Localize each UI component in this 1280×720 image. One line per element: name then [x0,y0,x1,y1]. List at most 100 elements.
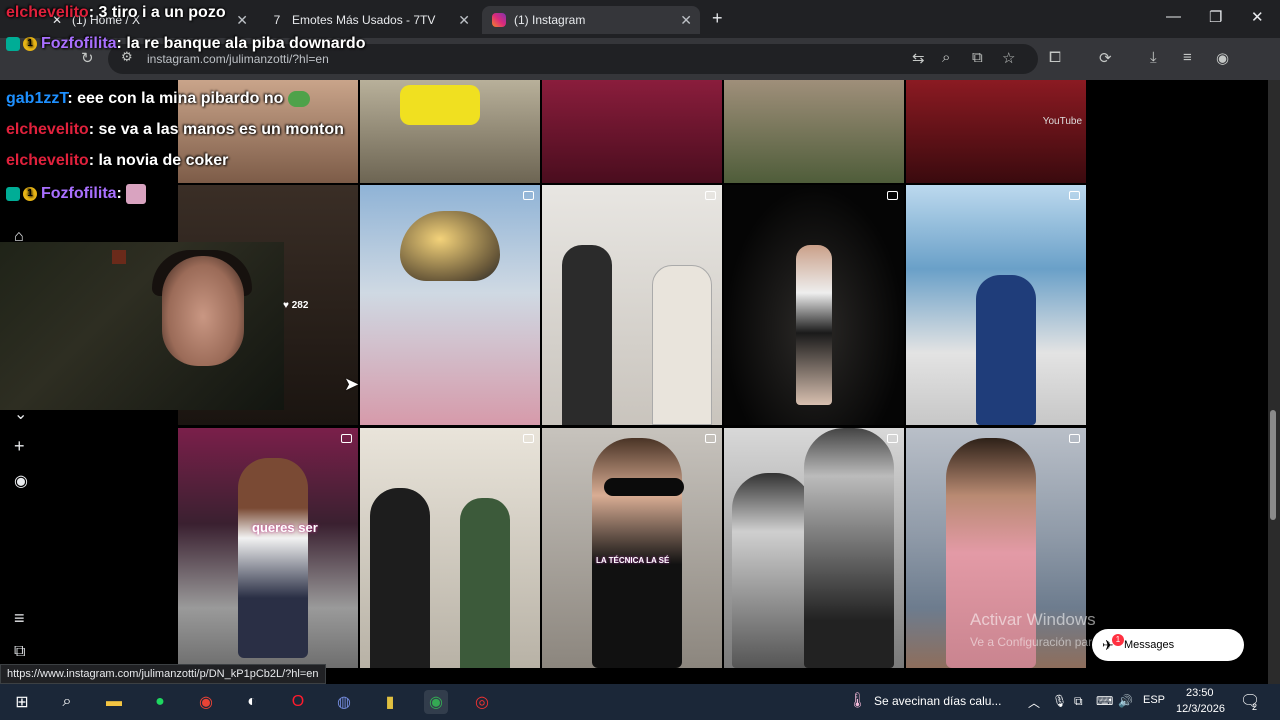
post-thumbnail[interactable] [360,185,540,425]
clock-time[interactable]: 23:50 [1186,687,1214,699]
carousel-icon [523,191,534,200]
person-shape [238,458,308,658]
tab-label: Emotes Más Usados - 7TV [292,13,436,27]
chrome-active-icon[interactable]: ◉ [424,690,448,714]
close-tab-icon[interactable]: ✕ [236,12,248,29]
opera-icon[interactable]: O [286,690,310,714]
download-icon[interactable]: ⤓ [1150,49,1157,66]
reel-icon [1069,434,1080,443]
install-app-icon[interactable]: ⧉ [972,49,983,66]
like-count: ♥ 282 [283,300,309,311]
new-tab-button[interactable]: + [712,8,723,29]
person-shape [370,488,430,668]
more-menu-icon[interactable]: ≡ [14,608,25,629]
messages-button[interactable]: ✈ 1 Messages [1092,629,1244,661]
mouse-cursor-icon: ➤ [344,374,360,394]
weather-icon[interactable]: 🌡 [848,691,867,709]
tray-app-icon[interactable]: ⧉ [1074,694,1083,709]
messages-unread-badge: 1 [1112,634,1124,646]
windows-taskbar [0,684,1280,720]
person-shape [460,498,510,668]
chat-message: gab1zzT: eee con la mina pibardo no [6,90,310,108]
create-icon[interactable]: + [14,436,25,457]
close-tab-icon[interactable]: ✕ [680,12,692,29]
chat-message: 1 Fozfofilita: la re banque ala piba down… [6,35,365,53]
bookmark-star-icon[interactable]: ☆ [1002,49,1015,67]
discord-icon[interactable]: ◍ [332,690,356,714]
steam-icon[interactable]: ◐ [240,690,264,714]
language-indicator[interactable]: ESP [1143,694,1165,706]
messenger-icon: ✈ [1102,637,1114,653]
post-thumbnail[interactable]: LA TÉCNICA LA SÉ [542,428,722,668]
url-text[interactable]: instagram.com/julimanzotti/?hl=en [147,52,329,66]
post-thumbnail[interactable]: YouTube [906,80,1086,183]
microphone-icon[interactable]: 🎙 [1052,694,1067,708]
carousel-icon [887,191,898,200]
post-thumbnail[interactable] [906,428,1086,668]
person-shape [652,265,712,425]
tab-7tv[interactable]: 7 Emotes Más Usados - 7TV ✕ [260,6,478,34]
profile-icon[interactable]: ◉ [14,471,28,491]
volume-icon[interactable]: 🔊 [1118,694,1133,708]
reel-icon [523,434,534,443]
carousel-icon [705,191,716,200]
obs-icon[interactable]: ◎ [470,690,494,714]
link-status-bar: https://www.instagram.com/julimanzotti/p… [0,664,326,684]
post-thumbnail[interactable] [360,428,540,668]
person-shape [804,428,894,668]
post-thumbnail[interactable] [724,428,904,668]
reel-icon [887,434,898,443]
zoom-icon[interactable]: ⌕ [942,49,950,66]
post-thumbnail[interactable] [724,80,904,183]
youtube-text: YouTube [1042,116,1082,127]
page-scrollbar[interactable] [1268,80,1280,684]
carousel-icon [1069,191,1080,200]
app-icon[interactable]: ▮ [378,690,402,714]
tab-label: (1) Instagram [514,13,586,27]
search-icon[interactable]: ⌕ [55,690,79,714]
notification-center-icon[interactable]: 🗨 [1240,691,1260,711]
media-control-icon[interactable]: ≡ [1183,49,1192,66]
surfboard-shape [400,85,480,125]
clock-date[interactable]: 12/3/2026 [1176,703,1225,715]
profile-avatar-icon[interactable]: ◉ [1216,49,1229,67]
chat-message: elchevelito: la novia de coker [6,152,229,169]
person-shape [592,438,682,668]
network-icon[interactable]: ⌨ [1096,694,1113,708]
post-thumbnail[interactable] [542,185,722,425]
person-shape [562,245,612,425]
chat-message: elchevelito: 3 tiro i a un pozo [6,4,226,21]
moderator-badge-icon [6,36,20,51]
post-thumbnail[interactable] [724,185,904,425]
weather-text[interactable]: Se avecinan días calu... [874,694,1001,708]
person-shape [976,275,1036,425]
person-shape [796,245,832,405]
post-thumbnail[interactable] [906,185,1086,425]
minimize-icon[interactable]: — [1166,8,1181,25]
extensions-icon[interactable]: ⧠ [1049,49,1061,66]
moderator-badge-icon [6,187,20,201]
show-hidden-icons[interactable]: ︿ [1028,694,1040,711]
close-tab-icon[interactable]: ✕ [458,12,470,29]
messages-label: Messages [1124,639,1175,651]
scrollbar-thumb[interactable] [1270,410,1276,520]
sync-icon[interactable]: ⟳ [1099,49,1112,67]
also-from-meta-icon[interactable]: ⧉ [14,643,25,661]
post-thumbnail[interactable]: queres ser [178,428,358,668]
instagram-logo-icon [492,13,506,27]
heart-icon: ♥ [283,300,289,311]
spotify-icon[interactable]: ● [148,690,172,714]
reel-icon [341,434,352,443]
post-thumbnail[interactable] [542,80,722,183]
sunglasses-shape [604,478,684,496]
post-caption-overlay: LA TÉCNICA LA SÉ [596,556,670,565]
close-window-icon[interactable]: ✕ [1251,8,1264,26]
restore-icon[interactable]: ❐ [1209,8,1222,26]
chrome-icon[interactable]: ◉ [194,690,218,714]
tab-instagram[interactable]: (1) Instagram ✕ [482,6,700,34]
subscriber-badge-icon: 1 [23,36,37,51]
file-explorer-icon[interactable]: ▬ [102,690,126,714]
post-thumbnail[interactable] [360,80,540,183]
windows-start-icon[interactable]: ⊞ [10,690,34,714]
translate-icon[interactable]: ⇆ [912,49,925,67]
